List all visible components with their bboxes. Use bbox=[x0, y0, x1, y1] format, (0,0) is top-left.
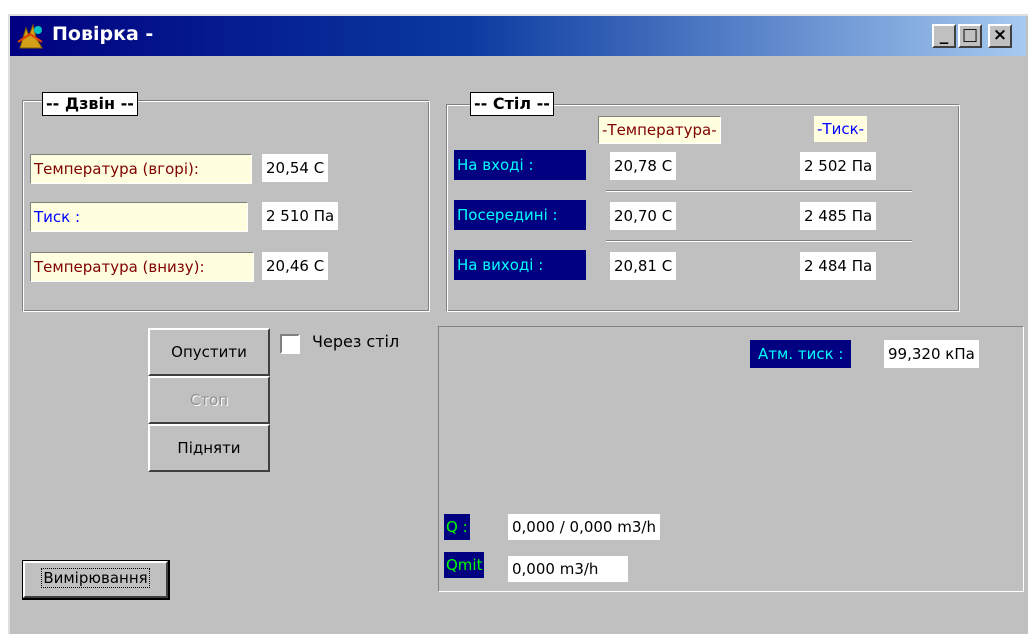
measurement-button[interactable]: Вимірювання bbox=[23, 561, 168, 598]
table-middle-temp: 20,70 C bbox=[610, 202, 677, 230]
table-inlet-pressure: 2 502 Па bbox=[800, 152, 877, 180]
table-separator bbox=[606, 190, 912, 192]
measurement-button-label: Вимірювання bbox=[41, 568, 150, 588]
table-middle-label: Посередині : bbox=[454, 200, 586, 230]
q-label: Q : bbox=[444, 514, 470, 540]
qmit-label: Qmit bbox=[444, 552, 485, 578]
stop-button[interactable]: Стоп bbox=[148, 376, 270, 424]
bell-top-temp-label: Температура (вгорі): bbox=[30, 154, 252, 184]
bell-bottom-temp-value: 20,46 C bbox=[262, 252, 329, 280]
table-outlet-temp: 20,81 C bbox=[610, 252, 677, 280]
bell-bottom-temp-label: Температура (внизу): bbox=[30, 252, 254, 282]
atm-pressure-value: 99,320 кПа bbox=[884, 340, 979, 368]
table-col-pressure: -Тиск- bbox=[814, 116, 868, 142]
table-middle-pressure: 2 485 Па bbox=[800, 202, 877, 230]
maximize-icon: □ bbox=[961, 25, 979, 45]
lower-button[interactable]: Опустити bbox=[148, 328, 270, 376]
table-outlet-pressure: 2 484 Па bbox=[800, 252, 877, 280]
minimize-icon: _ bbox=[939, 25, 949, 45]
maximize-button[interactable]: □ bbox=[958, 24, 982, 48]
window-title: Повірка - bbox=[52, 23, 154, 45]
bell-pressure-label: Тиск : bbox=[30, 202, 248, 232]
through-table-checkbox[interactable] bbox=[280, 334, 300, 354]
bell-top-temp-value: 20,54 C bbox=[262, 154, 329, 182]
table-col-temperature: -Температура- bbox=[598, 116, 721, 144]
qmit-value: 0,000 m3/h bbox=[508, 556, 629, 582]
raise-button[interactable]: Підняти bbox=[148, 424, 270, 472]
table-separator bbox=[606, 240, 912, 242]
bell-pressure-value: 2 510 Па bbox=[262, 202, 339, 230]
title-bar[interactable] bbox=[10, 16, 1026, 56]
through-table-label: Через стіл bbox=[312, 332, 400, 351]
app-icon bbox=[16, 22, 46, 50]
close-icon: × bbox=[992, 25, 1008, 45]
atm-pressure-label: Атм. тиск : bbox=[750, 340, 852, 368]
bell-legend: -- Дзвін -- bbox=[42, 92, 138, 116]
close-button[interactable]: × bbox=[988, 24, 1012, 48]
minimize-button[interactable]: _ bbox=[932, 24, 956, 48]
q-value: 0,000 / 0,000 m3/h bbox=[508, 514, 660, 540]
table-outlet-label: На виході : bbox=[454, 250, 586, 280]
table-legend: -- Стіл -- bbox=[470, 92, 554, 116]
table-inlet-temp: 20,78 C bbox=[610, 152, 677, 180]
table-inlet-label: На вході : bbox=[454, 150, 586, 180]
